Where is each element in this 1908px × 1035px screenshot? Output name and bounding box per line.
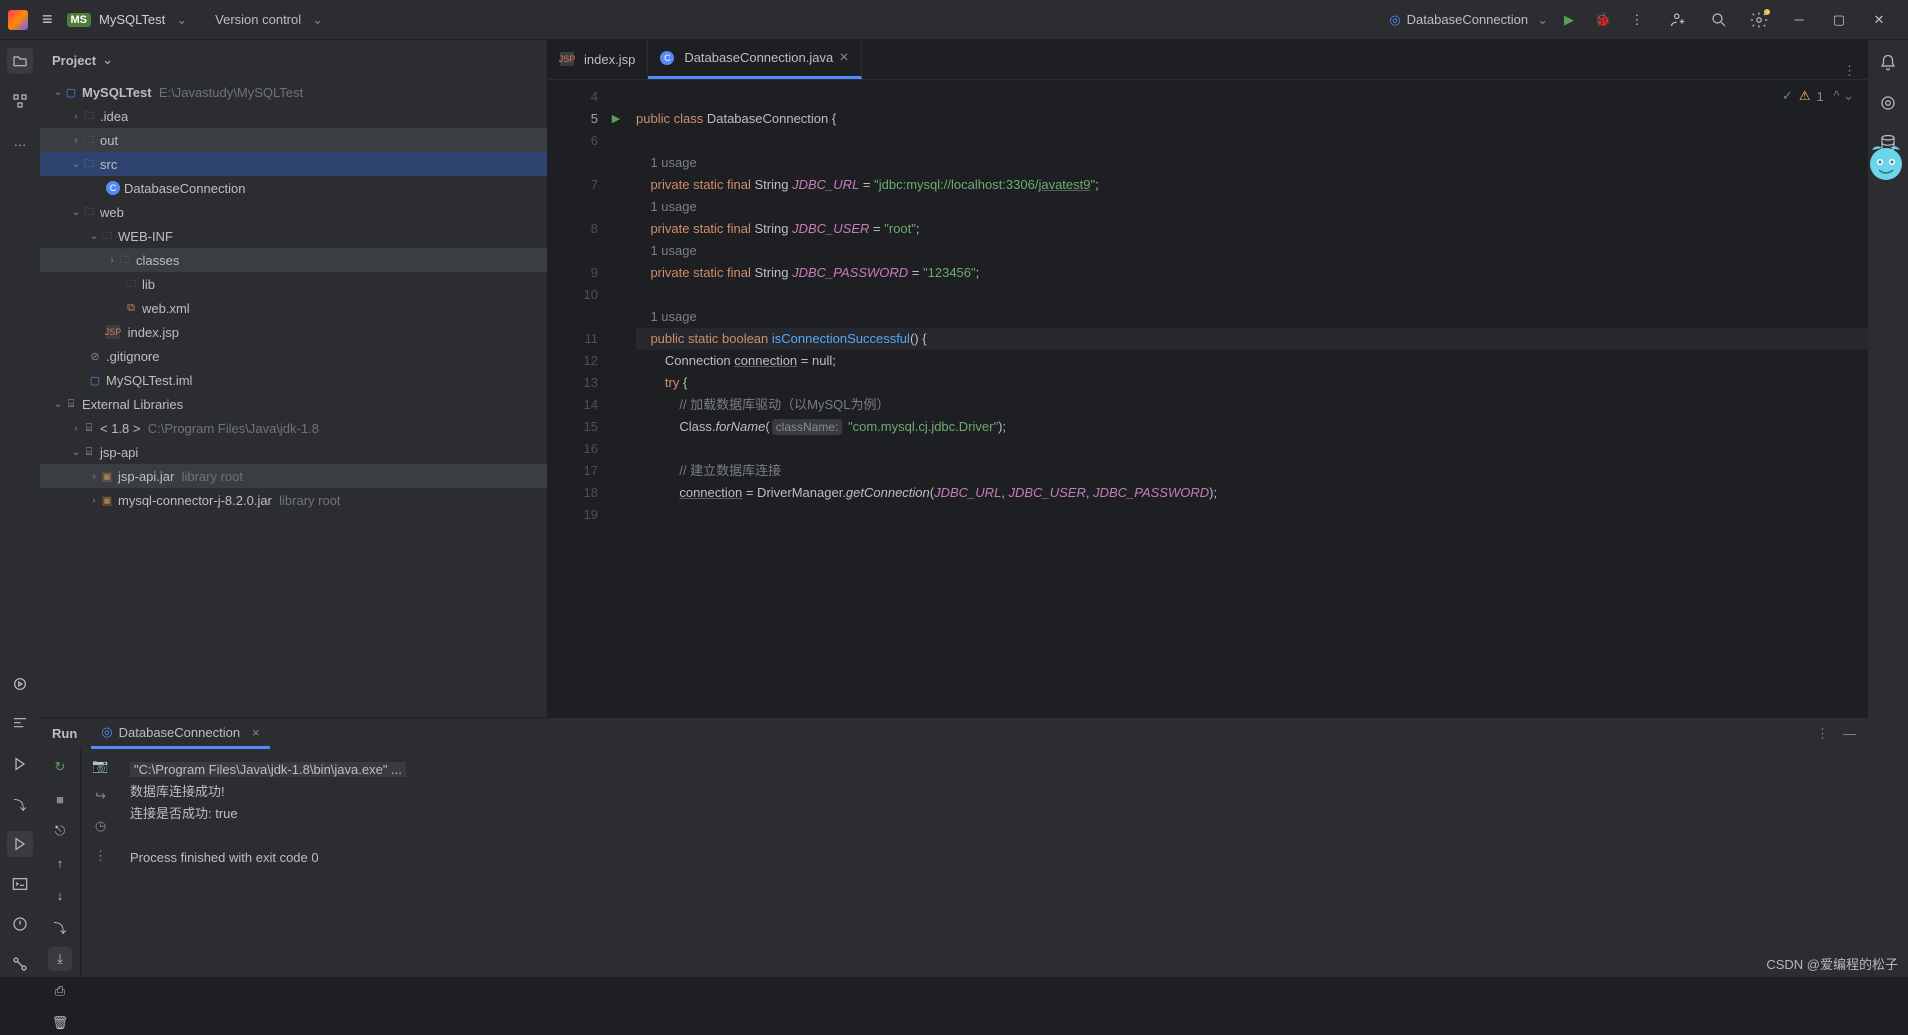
code-analysis-indicator[interactable]: ✓⚠1 ^ ⌄ <box>1782 88 1854 104</box>
project-badge: MS <box>67 13 92 27</box>
project-name[interactable]: MySQLTest <box>99 12 165 27</box>
up-icon[interactable]: ↑ <box>48 851 72 875</box>
camera-icon[interactable]: 📷 <box>90 755 112 777</box>
tree-idea[interactable]: .idea <box>100 109 128 124</box>
project-tool-icon[interactable] <box>7 48 33 74</box>
tree-mysqljar[interactable]: mysql-connector-j-8.2.0.jar <box>118 493 272 508</box>
rerun-icon[interactable]: ↻ <box>48 755 72 779</box>
class-icon: C <box>660 51 674 65</box>
tree-dbconn[interactable]: DatabaseConnection <box>124 181 245 196</box>
tree-lib[interactable]: lib <box>142 277 155 292</box>
more-actions-button[interactable]: ⋮ <box>1626 9 1648 31</box>
tree-webxml[interactable]: web.xml <box>142 301 190 316</box>
tree-webinf[interactable]: WEB-INF <box>118 229 173 244</box>
structure-tool-icon[interactable] <box>7 88 33 114</box>
tree-jspapijar[interactable]: jsp-api.jar <box>118 469 174 484</box>
mascot-icon <box>1864 140 1908 188</box>
settings-icon[interactable] <box>1748 9 1770 31</box>
debug-button[interactable]: 🐞 <box>1592 9 1614 31</box>
tree-extlib[interactable]: External Libraries <box>82 397 183 412</box>
gutter-run-icon[interactable]: ▶ <box>612 108 620 130</box>
hide-panel-icon[interactable]: — <box>1843 726 1856 741</box>
minimize-icon[interactable]: ─ <box>1788 9 1810 31</box>
run-configuration-selector[interactable]: ◎ DatabaseConnection ⌄ <box>1379 8 1558 32</box>
softwrap-icon[interactable]: ⤵ <box>48 915 72 939</box>
editor-menu-icon[interactable]: ⋮ <box>1831 63 1868 79</box>
services-icon[interactable] <box>7 671 33 697</box>
filter-icon[interactable]: ◷ <box>90 815 112 837</box>
run-panel-menu-icon[interactable]: ⋮ <box>1816 726 1829 742</box>
code-editor[interactable]: public class DatabaseConnection { 1 usag… <box>624 80 1868 717</box>
more-icon[interactable]: ⋮ <box>90 845 112 867</box>
tree-iml[interactable]: MySQLTest.iml <box>106 373 192 388</box>
close-run-tab-icon[interactable]: × <box>252 725 260 740</box>
clear-icon[interactable]: 🗑 <box>48 1011 72 1035</box>
close-tab-icon[interactable]: × <box>839 49 848 67</box>
scroll-to-end-icon[interactable]: ⤓ <box>48 947 72 971</box>
maximize-icon[interactable]: ▢ <box>1828 9 1850 31</box>
tree-out[interactable]: out <box>100 133 118 148</box>
run-tool-icon-1[interactable] <box>7 751 33 777</box>
bookmarks-icon[interactable] <box>7 711 33 737</box>
run-tool-icon[interactable] <box>7 831 33 857</box>
ide-logo-icon <box>8 10 28 30</box>
run-button[interactable]: ▶ <box>1558 9 1580 31</box>
project-tree[interactable]: ⌄▢MySQLTest E:\Javastudy\MySQLTest ›🗀.id… <box>40 80 547 717</box>
tab-indexjsp[interactable]: JSPindex.jsp <box>548 39 648 79</box>
more-tools-icon[interactable]: … <box>7 128 33 154</box>
tree-web[interactable]: web <box>100 205 124 220</box>
close-icon[interactable]: ✕ <box>1868 9 1890 31</box>
chevron-down-icon: ⌄ <box>1537 12 1548 28</box>
tree-jdk[interactable]: < 1.8 > <box>100 421 140 436</box>
chevron-down-icon[interactable]: ⌄ <box>312 12 323 28</box>
tree-classes[interactable]: classes <box>136 253 179 268</box>
version-control-menu[interactable]: Version control <box>215 12 301 27</box>
vcs-tool-icon[interactable] <box>7 951 33 977</box>
tree-indexjsp[interactable]: index.jsp <box>128 325 179 340</box>
code-with-me-icon[interactable] <box>1668 9 1690 31</box>
stop-icon[interactable]: ■ <box>48 787 72 811</box>
project-panel-title: Project <box>52 53 96 68</box>
tree-src[interactable]: src <box>100 157 117 172</box>
chevron-down-icon[interactable]: ⌄ <box>102 52 113 68</box>
tree-gitignore[interactable]: .gitignore <box>106 349 159 364</box>
tree-root-path: E:\Javastudy\MySQLTest <box>159 85 303 100</box>
chevron-down-icon[interactable]: ⌄ <box>176 12 187 28</box>
tree-jdk-path: C:\Program Files\Java\jdk-1.8 <box>148 421 319 436</box>
wrap-icon[interactable]: ⤵ <box>7 791 33 817</box>
problems-tool-icon[interactable] <box>7 911 33 937</box>
terminal-tool-icon[interactable] <box>7 871 33 897</box>
console-output[interactable]: "C:\Program Files\Java\jdk-1.8\bin\java.… <box>120 749 1868 1035</box>
main-menu-button[interactable]: ≡ <box>36 7 59 32</box>
export-icon[interactable]: ↪ <box>90 785 112 807</box>
down-icon[interactable]: ↓ <box>48 883 72 907</box>
notifications-icon[interactable] <box>1875 50 1901 76</box>
ai-icon[interactable] <box>1875 90 1901 116</box>
watermark: CSDN @爱编程的松子 <box>1766 954 1898 973</box>
run-tab[interactable]: ◎DatabaseConnection× <box>91 718 269 749</box>
tree-jspapi[interactable]: jsp-api <box>100 445 138 460</box>
print-icon[interactable]: ⎙ <box>48 979 72 1003</box>
exit-icon[interactable]: ⎋ <box>48 819 72 843</box>
search-icon[interactable] <box>1708 9 1730 31</box>
run-config-label: DatabaseConnection <box>1407 12 1528 27</box>
tree-root[interactable]: MySQLTest <box>82 85 152 100</box>
tab-databaseconnection[interactable]: CDatabaseConnection.java× <box>648 39 861 79</box>
run-panel-title: Run <box>52 726 77 741</box>
jsp-icon: JSP <box>560 52 574 66</box>
